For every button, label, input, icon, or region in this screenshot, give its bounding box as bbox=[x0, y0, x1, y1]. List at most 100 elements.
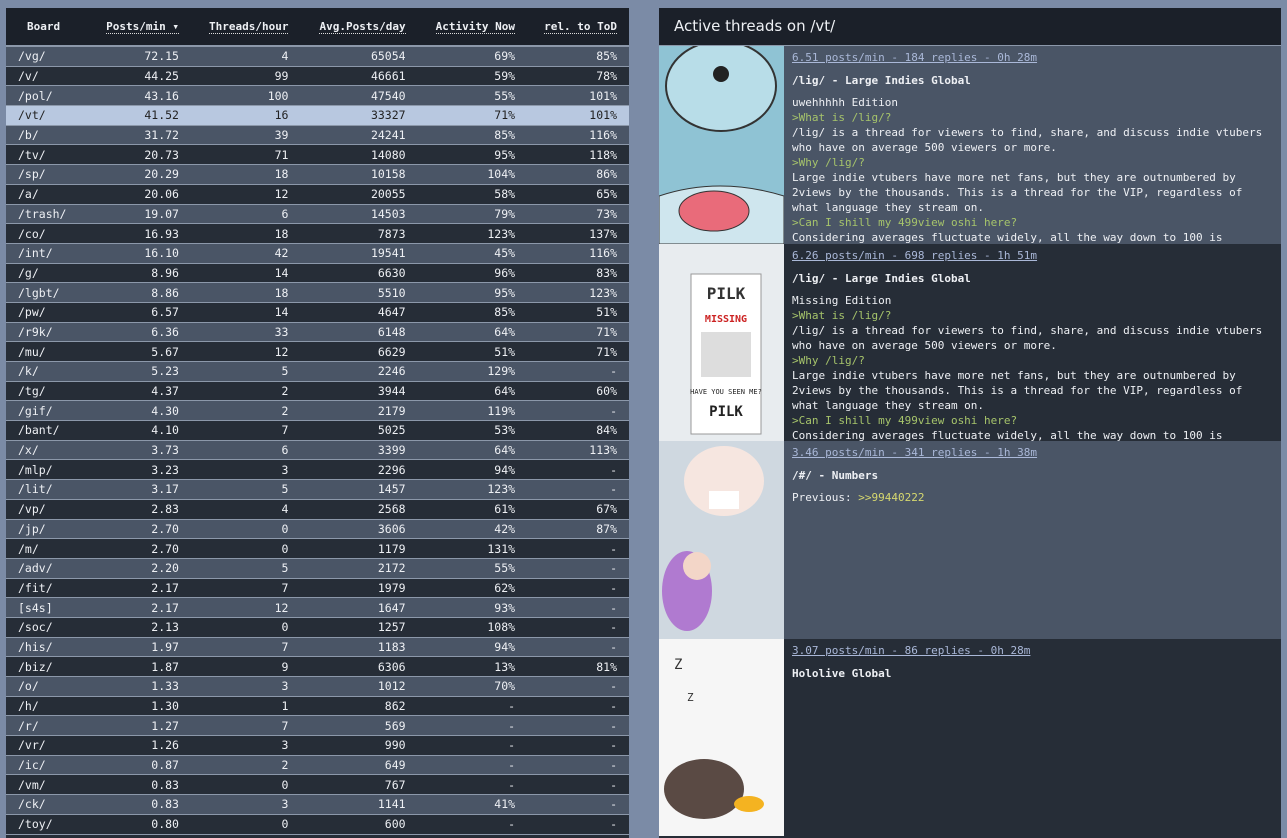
table-row[interactable]: /sp/20.29 18 10158 104% 86% bbox=[6, 164, 629, 185]
table-row[interactable]: /vm/0.83 0 767- - bbox=[6, 774, 629, 796]
table-row[interactable]: /adv/2.20 5 2172 55% - bbox=[6, 558, 629, 579]
table-row[interactable]: /vt/41.52 16 33327 71% 101% bbox=[6, 105, 629, 126]
table-cell: /vm/ bbox=[6, 774, 90, 796]
table-row[interactable]: /g/8.96 14 6630 96% 83% bbox=[6, 263, 629, 284]
svg-text:Z: Z bbox=[674, 657, 682, 673]
column-header[interactable]: Activity Now bbox=[417, 8, 528, 47]
table-cell: - bbox=[417, 774, 528, 796]
table-row[interactable]: /vg/72.15 4 65054 69% 85% bbox=[6, 46, 629, 67]
table-row[interactable]: /biz/1.87 9 6306 13% 81% bbox=[6, 656, 629, 677]
table-cell: 58% bbox=[417, 184, 528, 205]
table-cell: 43.16 bbox=[89, 85, 191, 107]
thread-stats-link[interactable]: 3.07 posts/min - 86 replies - 0h 28m bbox=[792, 643, 1030, 658]
table-row[interactable]: /vp/2.83 4 2568 61% 67% bbox=[6, 499, 629, 520]
table-row[interactable]: /tv/20.73 71 14080 95% 118% bbox=[6, 144, 629, 166]
table-row[interactable]: /bant/4.10 7 5025 53% 84% bbox=[6, 420, 629, 441]
table-cell: 0 bbox=[190, 538, 301, 559]
table-row[interactable]: /tg/4.37 2 3944 64% 60% bbox=[6, 381, 629, 402]
table-row[interactable]: /m/2.70 0 1179 131% - bbox=[6, 538, 629, 559]
table-row[interactable]: /fit/2.17 7 1979 62% - bbox=[6, 578, 629, 599]
table-cell: 14080 bbox=[300, 144, 418, 166]
table-cell: - bbox=[527, 637, 629, 658]
table-cell: 116% bbox=[527, 125, 629, 146]
column-header[interactable]: rel. to ToD bbox=[527, 8, 629, 47]
thread-thumbnail[interactable]: PILK MISSING HAVE YOU SEEN ME? PILK bbox=[659, 243, 784, 441]
table-cell: 3606 bbox=[300, 519, 418, 540]
table-cell: 2246 bbox=[300, 361, 418, 382]
table-cell: 0 bbox=[190, 617, 301, 638]
table-cell: 7 bbox=[190, 637, 301, 658]
table-row[interactable]: /soc/2.13 0 1257 108% - bbox=[6, 617, 629, 638]
table-row[interactable]: /h/1.30 1 862- - bbox=[6, 696, 629, 717]
table-cell: /gif/ bbox=[6, 400, 90, 422]
table-cell: /ic/ bbox=[6, 755, 90, 776]
table-row[interactable]: /mlp/3.23 3 2296 94% - bbox=[6, 459, 629, 481]
table-row[interactable]: /trash/19.07 6 14503 79% 73% bbox=[6, 204, 629, 225]
table-row[interactable]: /pol/43.16 100 47540 55% 101% bbox=[6, 85, 629, 107]
table-cell: /tv/ bbox=[6, 144, 90, 166]
table-row[interactable]: /his/1.97 7 1183 94% - bbox=[6, 637, 629, 658]
column-header[interactable]: Posts/min ▾ bbox=[89, 8, 191, 47]
table-cell: /ck/ bbox=[6, 794, 90, 815]
table-cell: 33327 bbox=[300, 105, 418, 126]
thread-card[interactable]: 6.51 posts/min - 184 replies - 0h 28m/li… bbox=[659, 46, 1281, 244]
table-row[interactable]: /r/1.27 7 569- - bbox=[6, 715, 629, 737]
table-cell: 4 bbox=[190, 46, 301, 67]
table-cell: 767 bbox=[300, 774, 418, 796]
table-cell: 39 bbox=[190, 125, 301, 146]
table-row[interactable]: /mu/5.67 12 6629 51% 71% bbox=[6, 341, 629, 362]
table-cell: 2 bbox=[190, 755, 301, 776]
table-cell: 9 bbox=[190, 656, 301, 677]
thread-thumbnail[interactable] bbox=[659, 441, 784, 639]
table-row[interactable]: /v/44.25 99 46661 59% 78% bbox=[6, 66, 629, 87]
table-row[interactable]: /a/20.06 12 20055 58% 65% bbox=[6, 184, 629, 205]
table-cell: - bbox=[527, 479, 629, 500]
thread-stats-link[interactable]: 6.51 posts/min - 184 replies - 0h 28m bbox=[792, 50, 1273, 65]
table-cell: 41.52 bbox=[89, 105, 191, 126]
table-cell: 53% bbox=[417, 420, 528, 441]
table-row[interactable]: /k/5.23 5 2246 129% - bbox=[6, 361, 629, 382]
table-cell: /tg/ bbox=[6, 381, 90, 402]
table-row[interactable]: /gif/4.30 2 2179 119% - bbox=[6, 400, 629, 422]
table-cell: 0.83 bbox=[89, 774, 191, 796]
table-row[interactable]: /int/16.10 42 19541 45% 116% bbox=[6, 243, 629, 264]
thread-thumbnail[interactable]: ZZ bbox=[659, 638, 784, 836]
table-cell: 12 bbox=[190, 341, 301, 362]
table-cell: 14 bbox=[190, 263, 301, 284]
table-cell: /adv/ bbox=[6, 558, 90, 579]
thread-thumbnail[interactable] bbox=[659, 46, 784, 244]
table-cell: 72.15 bbox=[89, 46, 191, 67]
table-cell: 18 bbox=[190, 223, 301, 244]
thread-card[interactable]: 3.46 posts/min - 341 replies - 1h 38m /#/… bbox=[659, 441, 1281, 639]
table-row[interactable]: /x/3.73 6 3399 64% 113% bbox=[6, 440, 629, 461]
column-header[interactable]: Avg.Posts/day bbox=[300, 8, 418, 47]
table-cell: 20.73 bbox=[89, 144, 191, 166]
column-header-label: Activity Now bbox=[435, 20, 516, 34]
quote-link[interactable]: >>99440222 bbox=[858, 491, 924, 504]
table-cell: 990 bbox=[300, 735, 418, 756]
table-cell: 1.33 bbox=[89, 676, 191, 697]
table-row[interactable]: /lit/3.17 5 1457 123% - bbox=[6, 479, 629, 500]
table-row[interactable]: [s4s] 2.17 12 1647 93% - bbox=[6, 597, 629, 618]
table-row[interactable]: /pw/6.57 14 4647 85% 51% bbox=[6, 302, 629, 323]
table-row[interactable]: /vr/1.26 3 990- - bbox=[6, 735, 629, 756]
table-cell: 129% bbox=[417, 361, 528, 382]
thread-stats-link[interactable]: 3.46 posts/min - 341 replies - 1h 38m bbox=[792, 445, 1037, 460]
table-row[interactable]: /ic/0.87 2 649- - bbox=[6, 755, 629, 776]
table-row[interactable]: /o/1.33 3 1012 70% - bbox=[6, 676, 629, 697]
table-row[interactable]: /r9k/6.36 33 6148 64% 71% bbox=[6, 322, 629, 343]
table-cell: 96% bbox=[417, 263, 528, 284]
table-row[interactable]: /co/16.93 18 7873 123% 137% bbox=[6, 223, 629, 244]
column-header[interactable]: Threads/hour bbox=[190, 8, 301, 47]
thread-card[interactable]: PILK MISSING HAVE YOU SEEN ME? PILK 6.26 pos… bbox=[659, 243, 1281, 441]
thread-card[interactable]: Z Z 3.07 posts/min - 86 replies - 0h 28m Ho… bbox=[659, 638, 1281, 836]
table-cell: 60% bbox=[527, 381, 629, 402]
table-row[interactable]: /lgbt/8.86 18 5510 95% 123% bbox=[6, 282, 629, 303]
table-row[interactable]: /toy/0.80 0 600- - bbox=[6, 814, 629, 835]
thread-stats-link[interactable]: 6.26 posts/min - 698 replies - 1h 51m bbox=[792, 248, 1273, 263]
table-cell: 7873 bbox=[300, 223, 418, 244]
table-row[interactable]: /ck/0.83 3 1141 41% - bbox=[6, 794, 629, 815]
table-row[interactable]: /jp/2.70 0 3606 42% 87% bbox=[6, 519, 629, 540]
table-cell: - bbox=[527, 558, 629, 579]
table-row[interactable]: /b/31.72 39 24241 85% 116% bbox=[6, 125, 629, 146]
